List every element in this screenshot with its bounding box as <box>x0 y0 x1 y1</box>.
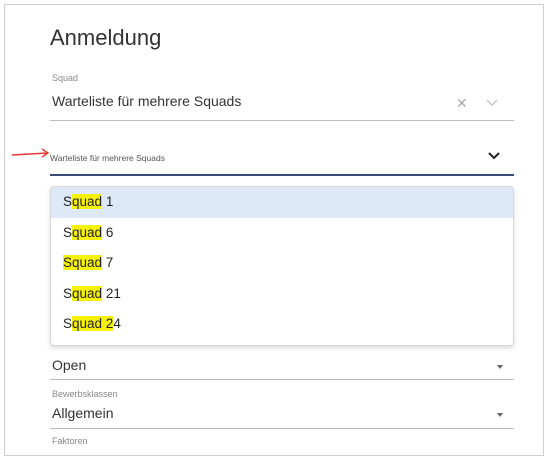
option-squad-24[interactable]: Squad 24 <box>51 309 513 340</box>
squad-dropdown-underline <box>50 174 514 176</box>
squad-select-value[interactable]: Warteliste für mehrere Squads <box>52 93 241 109</box>
chevron-down-icon[interactable] <box>487 151 501 161</box>
category-underline <box>50 379 514 380</box>
dropdown-arrow-icon[interactable] <box>497 413 503 417</box>
squad-options-list: Squad 1 Squad 6 Squad 7 Squad 21 Squad 2… <box>50 186 514 346</box>
close-icon[interactable]: ✕ <box>456 95 468 112</box>
option-squad-21[interactable]: Squad 21 <box>51 279 513 310</box>
red-arrow-annotation <box>12 148 50 158</box>
option-squad-6[interactable]: Squad 6 <box>51 218 513 249</box>
category-select-value[interactable]: Open <box>52 357 86 373</box>
option-squad-1[interactable]: Squad 1 <box>51 187 513 218</box>
squad-label: Squad <box>52 73 79 83</box>
class-underline <box>50 428 514 429</box>
dropdown-arrow-icon[interactable] <box>497 365 503 369</box>
chevron-down-icon[interactable] <box>486 98 498 108</box>
class-select-value[interactable]: Allgemein <box>52 405 113 421</box>
squad-dropdown-input[interactable]: Warteliste für mehrere Squads <box>50 153 165 163</box>
factors-label: Faktoren <box>52 436 88 446</box>
squad-field-underline <box>50 120 514 121</box>
class-label: Bewerbsklassen <box>52 389 118 399</box>
dialog-title: Anmeldung <box>50 25 162 50</box>
option-squad-7[interactable]: Squad 7 <box>51 248 513 279</box>
